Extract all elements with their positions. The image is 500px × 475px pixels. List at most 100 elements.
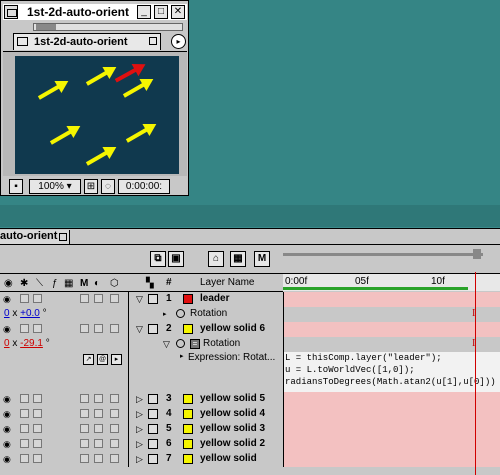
lock-toggle[interactable] xyxy=(20,294,29,303)
adjustment-toggle[interactable] xyxy=(94,439,103,448)
label-box[interactable] xyxy=(148,409,158,419)
layer-row[interactable]: ◉ ▽ 2 yellow solid 6 xyxy=(0,322,500,337)
current-time-indicator[interactable] xyxy=(475,272,476,475)
safe-zones-icon[interactable]: ⊞ xyxy=(84,179,98,194)
expand-triangle-icon[interactable]: ▷ xyxy=(136,394,143,405)
layer-duration-bar[interactable] xyxy=(283,392,500,407)
snapshot-icon[interactable]: ▪ xyxy=(9,179,23,194)
adjustment-toggle[interactable] xyxy=(94,409,103,418)
layer-name[interactable]: yellow solid 2 xyxy=(200,438,265,449)
expand-triangle-icon[interactable]: ▷ xyxy=(136,409,143,420)
layer-row[interactable]: ◉ ▷ 5 yellow solid 3 xyxy=(0,422,500,437)
layer-row[interactable]: ◉ ▷ 3 yellow solid 5 xyxy=(0,392,500,407)
zoom-knob[interactable] xyxy=(473,249,481,259)
expression-language-icon[interactable]: ▸ xyxy=(111,354,122,365)
eye-icon[interactable]: ◉ xyxy=(3,454,11,465)
layer-duration-bar[interactable] xyxy=(283,422,500,437)
layer-name[interactable]: yellow solid 3 xyxy=(200,423,265,434)
expand-triangle-icon[interactable]: ▷ xyxy=(136,439,143,450)
quality-toggle[interactable] xyxy=(33,439,42,448)
3d-toggle[interactable] xyxy=(110,439,119,448)
expand-triangle-icon[interactable]: ▽ xyxy=(136,294,143,305)
layer-name[interactable]: yellow solid 6 xyxy=(200,323,265,334)
tab-close-icon[interactable] xyxy=(149,37,157,45)
adjustment-toggle[interactable] xyxy=(94,454,103,463)
3d-toggle[interactable] xyxy=(110,294,119,303)
eye-icon[interactable]: ◉ xyxy=(3,394,11,405)
eye-icon[interactable]: ◉ xyxy=(3,439,11,450)
layer-duration-bar[interactable] xyxy=(283,322,500,337)
tab-timeline[interactable]: auto-orient xyxy=(0,230,70,244)
expression-pickwhip-icon[interactable]: @ xyxy=(97,354,108,365)
layer-duration-bar[interactable] xyxy=(283,407,500,422)
shy-layers-icon[interactable]: ⌂ xyxy=(208,251,224,267)
quality-toggle[interactable] xyxy=(33,454,42,463)
motion-blur-toggle[interactable] xyxy=(80,424,89,433)
adjustment-toggle[interactable] xyxy=(94,424,103,433)
maximize-button[interactable]: □ xyxy=(154,5,168,19)
comp-button-icon[interactable]: ▣ xyxy=(168,251,184,267)
layer-name[interactable]: yellow solid xyxy=(200,453,257,464)
label-box[interactable] xyxy=(148,424,158,434)
stopwatch-icon[interactable] xyxy=(176,339,185,348)
tab-comp[interactable]: 1st-2d-auto-orient xyxy=(13,33,161,50)
label-box[interactable] xyxy=(148,439,158,449)
expression-graph-icon[interactable]: ↗ xyxy=(83,354,94,365)
label-box[interactable] xyxy=(148,454,158,464)
comp-flowchart-icon[interactable]: ⧉ xyxy=(150,251,166,267)
lock-toggle[interactable] xyxy=(20,454,29,463)
minimize-button[interactable]: _ xyxy=(137,5,151,19)
eye-icon[interactable]: ◉ xyxy=(3,409,11,420)
label-box[interactable] xyxy=(148,394,158,404)
expression-line-1[interactable]: L = thisComp.layer("leader"); xyxy=(285,353,442,363)
work-area-bar[interactable] xyxy=(283,287,468,290)
motion-blur-toggle[interactable] xyxy=(80,409,89,418)
stopwatch-icon[interactable] xyxy=(176,309,185,318)
lock-toggle[interactable] xyxy=(20,324,29,333)
layer-name[interactable]: yellow solid 5 xyxy=(200,393,265,404)
layer-duration-bar[interactable] xyxy=(283,437,500,452)
quality-toggle[interactable] xyxy=(33,409,42,418)
frame-blend-icon[interactable]: ▦ xyxy=(230,251,246,267)
time-slider-knob[interactable] xyxy=(36,24,56,30)
label-box[interactable] xyxy=(148,294,158,304)
label-box[interactable] xyxy=(148,324,158,334)
motion-blur-toggle[interactable] xyxy=(80,439,89,448)
expression-line-2[interactable]: u = L.toWorldVec([1,0]); xyxy=(285,365,415,375)
layer-row[interactable]: ◉ ▷ 4 yellow solid 4 xyxy=(0,407,500,422)
expand-triangle-icon[interactable]: ▷ xyxy=(136,454,143,465)
close-button[interactable]: ✕ xyxy=(171,5,185,19)
lock-toggle[interactable] xyxy=(20,394,29,403)
eye-icon[interactable]: ◉ xyxy=(3,324,11,335)
quality-toggle[interactable] xyxy=(33,324,42,333)
motion-blur-toggle[interactable] xyxy=(80,294,89,303)
3d-toggle[interactable] xyxy=(110,454,119,463)
quality-toggle[interactable] xyxy=(33,394,42,403)
layer-row[interactable]: ◉ ▷ 7 yellow solid xyxy=(0,452,500,467)
quality-toggle[interactable] xyxy=(33,294,42,303)
lock-toggle[interactable] xyxy=(20,424,29,433)
lock-toggle[interactable] xyxy=(20,439,29,448)
quality-toggle[interactable] xyxy=(33,424,42,433)
motion-blur-toggle[interactable] xyxy=(80,454,89,463)
zoom-dropdown[interactable]: 100% ▾ xyxy=(29,179,81,194)
3d-toggle[interactable] xyxy=(110,324,119,333)
timecode-field[interactable]: 0:00:00: xyxy=(118,179,170,194)
layer-name[interactable]: yellow solid 4 xyxy=(200,408,265,419)
expand-triangle-icon[interactable]: ▷ xyxy=(136,424,143,435)
adjustment-toggle[interactable] xyxy=(94,294,103,303)
mask-icon[interactable]: ◌ xyxy=(101,179,115,194)
lock-toggle[interactable] xyxy=(20,409,29,418)
tab-close-icon[interactable] xyxy=(59,233,67,241)
adjustment-toggle[interactable] xyxy=(94,394,103,403)
adjustment-toggle[interactable] xyxy=(94,324,103,333)
eye-icon[interactable]: ◉ xyxy=(3,294,11,305)
layer-duration-bar[interactable] xyxy=(283,292,500,307)
layer-row[interactable]: ◉ ▷ 6 yellow solid 2 xyxy=(0,437,500,452)
eye-icon[interactable]: ◉ xyxy=(3,424,11,435)
layer-row[interactable]: ◉ ▽ 1 leader xyxy=(0,292,500,307)
rotation-value[interactable]: 0 x -29.1 ° xyxy=(4,338,50,349)
3d-toggle[interactable] xyxy=(110,424,119,433)
expand-triangle-icon[interactable]: ▽ xyxy=(136,324,143,335)
rotation-value[interactable]: 0 x +0.0 ° xyxy=(4,308,47,319)
